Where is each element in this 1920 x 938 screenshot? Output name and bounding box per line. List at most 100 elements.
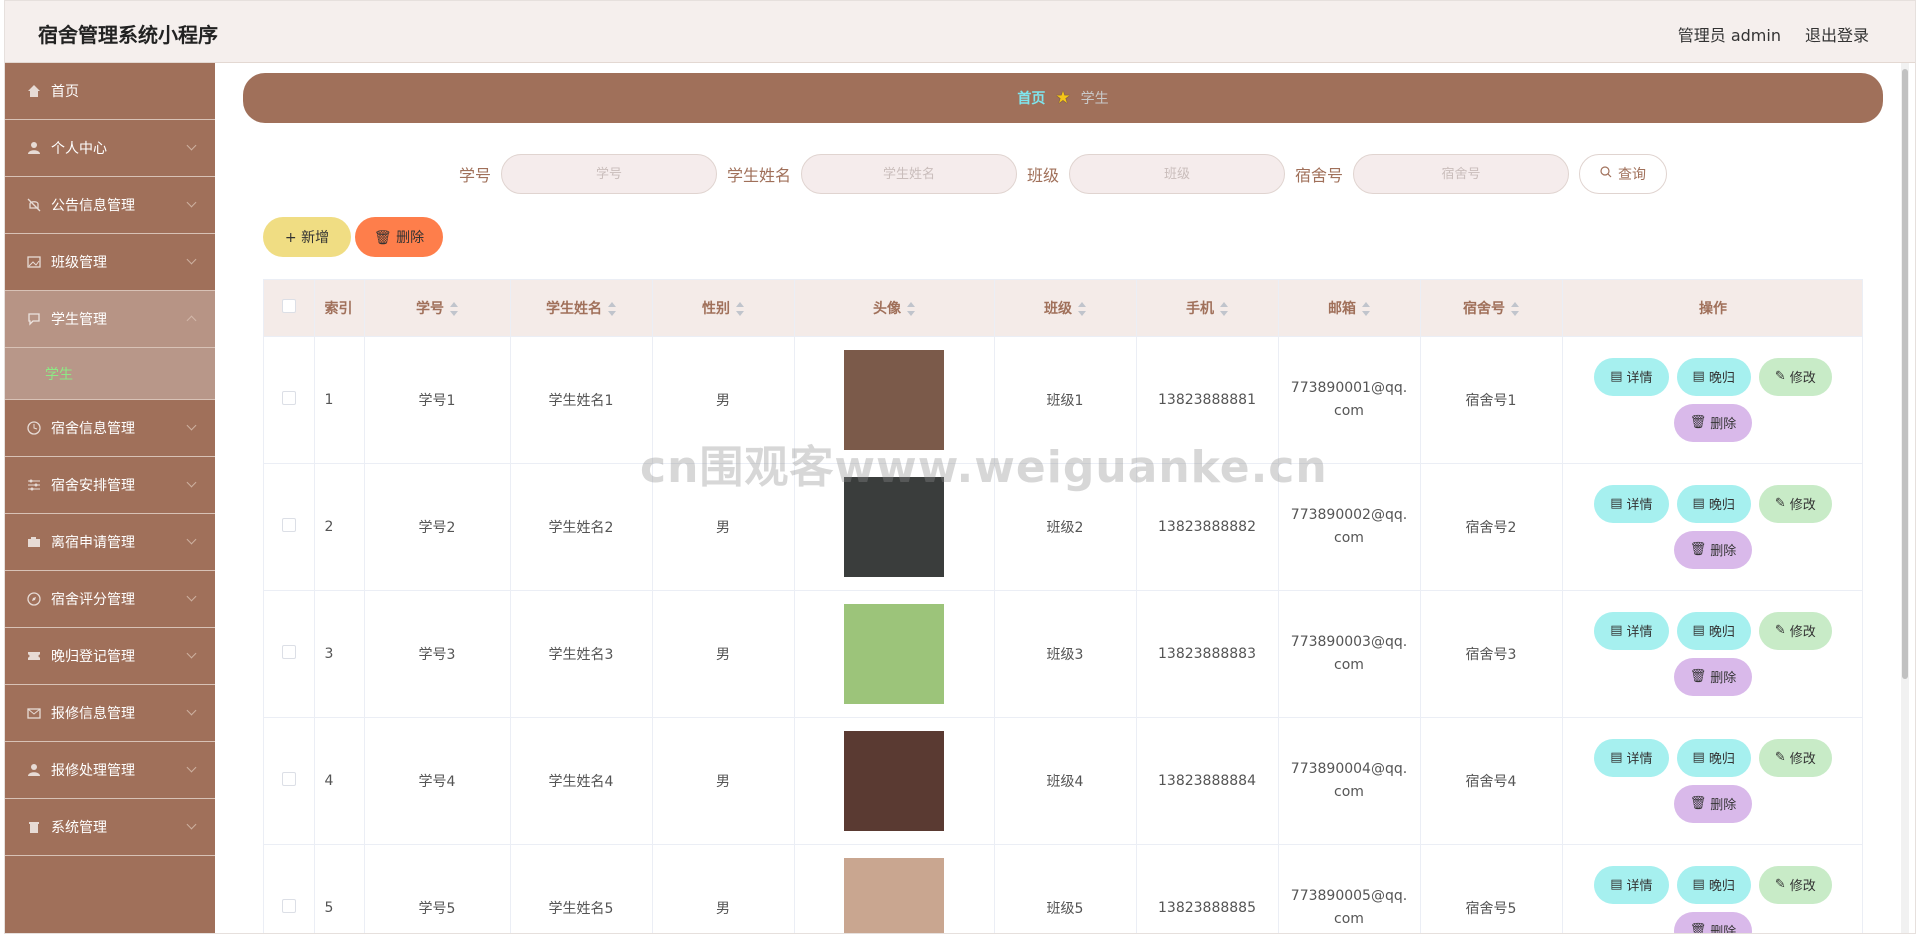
- column-header-email[interactable]: 邮箱: [1278, 280, 1421, 337]
- column-header-name[interactable]: 学生姓名: [510, 280, 653, 337]
- row-checkbox[interactable]: [264, 463, 315, 591]
- cell-email: 773890001@qq.com: [1278, 336, 1421, 464]
- sliders-icon: [27, 478, 41, 492]
- row-checkbox[interactable]: [264, 336, 315, 464]
- sidebar-subitem-student[interactable]: 学生: [5, 348, 215, 400]
- bulk-delete-button[interactable]: 🗑 删除: [355, 217, 443, 257]
- edit-button[interactable]: ✎ 修改: [1758, 484, 1832, 523]
- late-return-button[interactable]: ▤ 晚归: [1676, 865, 1751, 904]
- logout-link[interactable]: 退出登录: [1805, 22, 1869, 46]
- sidebar-item-late[interactable]: 晚归登记管理: [5, 628, 215, 685]
- chevron-down-icon: [186, 197, 197, 208]
- detail-button[interactable]: ▤ 详情: [1594, 738, 1669, 777]
- sort-icon[interactable]: [450, 301, 458, 316]
- column-header-label: 头像: [873, 300, 901, 317]
- select-all-checkbox[interactable]: [264, 280, 315, 337]
- sidebar-item-class[interactable]: 班级管理: [5, 234, 215, 291]
- late-return-button[interactable]: ▤ 晚归: [1676, 738, 1751, 777]
- delete-row-button[interactable]: 🗑 删除: [1673, 911, 1753, 933]
- search-input-name[interactable]: [801, 154, 1017, 194]
- search-input-student-id[interactable]: [500, 154, 717, 194]
- sidebar-item-leave[interactable]: 离宿申请管理: [5, 514, 215, 571]
- delete-row-button[interactable]: 🗑 删除: [1673, 403, 1753, 442]
- row-checkbox[interactable]: [264, 590, 315, 718]
- avatar: [844, 349, 944, 450]
- camera-icon: [27, 535, 41, 549]
- column-header-dorm[interactable]: 宿舍号: [1420, 280, 1563, 337]
- cell-phone: 13823888884: [1136, 717, 1279, 845]
- sort-icon[interactable]: [1511, 301, 1519, 316]
- sidebar-item-student[interactable]: 学生管理: [5, 291, 215, 348]
- chevron-down-icon: [186, 762, 197, 773]
- breadcrumb-home[interactable]: 首页: [1017, 88, 1045, 108]
- sidebar-item-label: 系统管理: [51, 820, 107, 836]
- detail-button[interactable]: ▤ 详情: [1594, 611, 1669, 650]
- breadcrumb-current: 学生: [1080, 91, 1109, 107]
- search-input-class[interactable]: [1069, 154, 1286, 194]
- sidebar-item-dorm-info[interactable]: 宿舍信息管理: [5, 400, 215, 457]
- sidebar-item-dorm-arrange[interactable]: 宿舍安排管理: [5, 457, 215, 514]
- sidebar-item-label: 个人中心: [51, 141, 107, 157]
- column-header-avatar[interactable]: 头像: [794, 280, 995, 337]
- edit-button[interactable]: ✎ 修改: [1758, 357, 1832, 396]
- cell-student-id: 学号3: [364, 590, 511, 718]
- current-user[interactable]: 管理员 admin: [1678, 22, 1781, 46]
- cell-actions: ▤ 详情 ▤ 晚归 ✎ 修改 🗑 删除: [1562, 463, 1862, 591]
- cell-class: 班级1: [994, 336, 1137, 464]
- row-index: 3: [314, 590, 365, 718]
- scrollbar-thumb[interactable]: [1902, 69, 1908, 679]
- column-header-gender[interactable]: 性别: [652, 280, 795, 337]
- column-header-phone[interactable]: 手机: [1136, 280, 1279, 337]
- edit-label: 修改: [1789, 625, 1816, 640]
- sort-icon[interactable]: [1362, 301, 1370, 316]
- row-checkbox[interactable]: [264, 717, 315, 845]
- column-header-class[interactable]: 班级: [994, 280, 1137, 337]
- main-content: 首页 ★ 学生 学号 学生姓名 班级 宿舍号 查询 +: [215, 63, 1915, 933]
- cell-phone: 13823888883: [1136, 590, 1279, 718]
- query-button-label: 查询: [1618, 167, 1647, 183]
- sidebar-item-notice[interactable]: 公告信息管理: [5, 177, 215, 234]
- search-input-dorm[interactable]: [1353, 154, 1570, 194]
- sidebar-item-profile[interactable]: 个人中心: [5, 120, 215, 177]
- delete-label: 删除: [1710, 544, 1737, 559]
- cell-class: 班级5: [994, 844, 1137, 933]
- detail-button[interactable]: ▤ 详情: [1594, 484, 1669, 523]
- query-button[interactable]: 查询: [1579, 154, 1668, 194]
- sidebar-item-system[interactable]: 系统管理: [5, 799, 215, 856]
- sidebar-item-home[interactable]: 首页: [5, 63, 215, 120]
- sidebar-item-repair-handle[interactable]: 报修处理管理: [5, 742, 215, 799]
- cell-dorm: 宿舍号1: [1420, 336, 1563, 464]
- sidebar-item-repair-info[interactable]: 报修信息管理: [5, 685, 215, 742]
- edit-button[interactable]: ✎ 修改: [1758, 738, 1832, 777]
- sidebar-item-score[interactable]: 宿舍评分管理: [5, 571, 215, 628]
- edit-button[interactable]: ✎ 修改: [1758, 865, 1832, 904]
- sidebar-item-label: 公告信息管理: [51, 198, 135, 214]
- late-return-button[interactable]: ▤ 晚归: [1676, 357, 1751, 396]
- sort-icon[interactable]: [1078, 301, 1086, 316]
- late-return-button[interactable]: ▤ 晚归: [1676, 484, 1751, 523]
- cell-student-id: 学号1: [364, 336, 511, 464]
- ticket-icon: [27, 649, 41, 663]
- detail-button[interactable]: ▤ 详情: [1594, 357, 1669, 396]
- add-button[interactable]: + 新增: [263, 217, 351, 257]
- sidebar: 首页 个人中心 公告信息管理 班级管理 学生管理 学生 宿舍信息管理 宿舍安排管…: [5, 63, 215, 933]
- cell-name: 学生姓名3: [510, 590, 653, 718]
- row-index: 2: [314, 463, 365, 591]
- avatar: [844, 857, 944, 933]
- column-header-label: 宿舍号: [1463, 300, 1505, 317]
- row-checkbox[interactable]: [264, 844, 315, 933]
- sort-icon[interactable]: [736, 301, 744, 316]
- late-return-button[interactable]: ▤ 晚归: [1676, 611, 1751, 650]
- sort-icon[interactable]: [1220, 301, 1228, 316]
- page-scrollbar[interactable]: [1901, 63, 1909, 933]
- sort-icon[interactable]: [907, 301, 915, 316]
- delete-row-button[interactable]: 🗑 删除: [1673, 784, 1753, 823]
- delete-row-button[interactable]: 🗑 删除: [1673, 657, 1753, 696]
- delete-row-button[interactable]: 🗑 删除: [1673, 530, 1753, 569]
- document-icon: ▤: [1692, 623, 1705, 638]
- detail-button[interactable]: ▤ 详情: [1594, 865, 1669, 904]
- column-header-student-id[interactable]: 学号: [364, 280, 511, 337]
- sort-icon[interactable]: [608, 301, 616, 316]
- edit-button[interactable]: ✎ 修改: [1758, 611, 1832, 650]
- delete-button-label: 删除: [396, 230, 425, 246]
